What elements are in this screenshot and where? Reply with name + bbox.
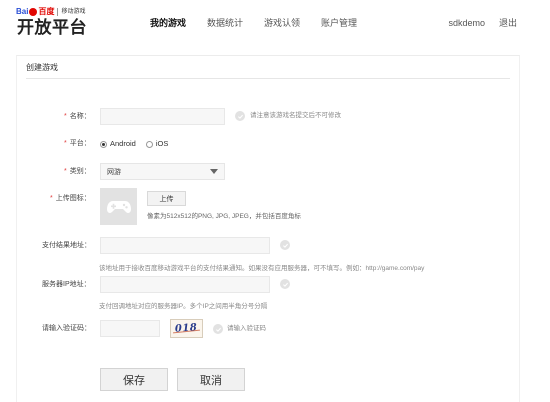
category-select[interactable]: 网游 [100,163,225,180]
panel-title: 创建游戏 [26,63,58,72]
payment-url-hint: 该地址用于接收百度移动游戏平台的支付结果通知。如果没有应用服务器，可不填写。例如… [99,265,425,272]
name-check-icon [235,111,245,121]
server-ip-label: 服务器IP地址： [42,281,91,288]
baidu-paw-icon [29,8,38,16]
radio-unchecked-icon[interactable] [145,140,153,148]
captcha-hint: 请输入验证码 [227,325,266,332]
game-name-input[interactable] [100,108,225,125]
platform-android-label: Android [110,139,136,148]
upload-icon-hint: 像素为512x512的PNG, JPG, JPEG，并包括百度角标 [147,213,301,220]
radio-checked-icon[interactable] [100,140,107,148]
upload-icon-label-text: 上传图标： [55,195,91,202]
platform-android-radio[interactable]: Android [100,139,136,149]
platform-ios-label: iOS [155,139,169,148]
panel-divider [26,78,510,79]
payment-url-check-icon [280,240,290,250]
cancel-button[interactable]: 取消 [177,368,245,391]
icon-preview [100,188,137,225]
captcha-label: 请输入验证码： [42,325,91,332]
platform-label: * 平台： [64,139,91,149]
server-ip-check-icon [280,279,290,289]
baidu-open-platform-logo[interactable]: Bai 百度 移动游戏 开放平台 [16,7,106,43]
dropdown-arrow-icon [210,169,218,174]
required-mark: * [64,113,67,120]
payment-url-label: 支付结果地址： [42,242,91,249]
platform-label-text: 平台： [69,140,91,147]
logo-bai-text: Bai [16,7,29,16]
logo-main-text: 开放平台 [17,18,87,37]
logo-separator [57,8,59,16]
nav-account-management[interactable]: 账户管理 [321,17,357,29]
logo-top-row: Bai 百度 移动游戏 [16,7,85,17]
category-label: * 类别： [64,167,91,177]
server-ip-input[interactable] [100,276,270,293]
upload-icon-label: * 上传图标： [50,194,91,204]
category-label-text: 类别： [69,168,91,175]
upload-button[interactable]: 上传 [147,191,186,206]
captcha-check-icon [213,324,223,334]
server-ip-hint: 支付回调地址对应的服务器IP。多个IP之间用半角分号分隔 [99,303,268,310]
required-mark: * [50,195,53,202]
payment-url-input[interactable] [100,237,270,254]
user-area: sdkdemo 退出 [448,17,517,29]
nav-data-stats[interactable]: 数据统计 [207,17,243,29]
category-selected-value: 网游 [107,168,121,176]
top-header: Bai 百度 移动游戏 开放平台 我的游戏 数据统计 游戏认领 账户管理 sdk… [0,0,550,46]
captcha-image-text: 018 [174,321,199,335]
required-mark: * [64,168,67,175]
platform-radio-group: Android iOS [100,139,178,149]
name-label-text: 名称： [69,113,91,120]
save-button[interactable]: 保存 [100,368,168,391]
nav-game-claim[interactable]: 游戏认领 [264,17,300,29]
logo-du-text: 百度 [38,7,55,16]
name-hint: 请注意该游戏名提交后不可修改 [250,112,341,119]
captcha-image[interactable]: 018 [170,319,203,338]
logo-subtitle: 移动游戏 [61,9,86,15]
main-nav: 我的游戏 数据统计 游戏认领 账户管理 [150,17,378,29]
logout-link[interactable]: 退出 [499,17,517,29]
nav-my-games[interactable]: 我的游戏 [150,17,186,29]
username[interactable]: sdkdemo [448,17,485,29]
gamepad-icon [106,200,131,213]
name-label: * 名称： [64,112,91,122]
captcha-input[interactable] [100,320,160,337]
required-mark: * [64,140,67,147]
create-game-panel [16,55,520,402]
platform-ios-radio[interactable]: iOS [145,139,169,149]
